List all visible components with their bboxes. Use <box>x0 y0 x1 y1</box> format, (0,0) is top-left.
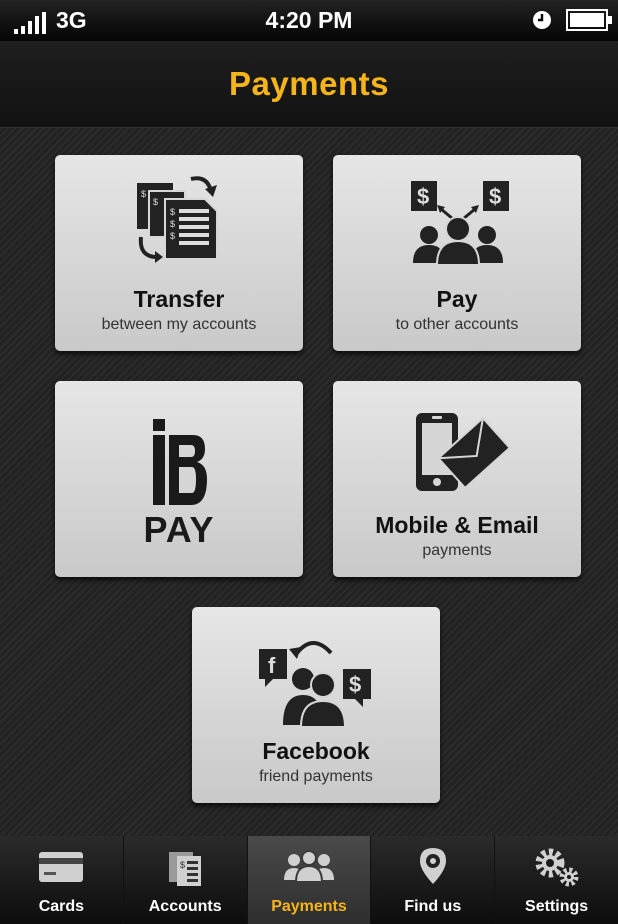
page-title: Payments <box>229 65 389 102</box>
status-right <box>532 9 612 31</box>
payments-menu: $ $ $ $ $ Transfer between my accounts $… <box>0 128 618 836</box>
pay-people-icon: $ $ <box>333 177 581 267</box>
gears-icon <box>495 846 618 888</box>
svg-text:$: $ <box>180 860 185 870</box>
tab-label: Settings <box>525 898 589 915</box>
svg-text:$: $ <box>489 184 501 209</box>
accounts-icon: $ <box>124 850 247 886</box>
facebook-tile[interactable]: f $ Facebook friend payments <box>192 607 440 803</box>
clock-icon <box>533 11 551 29</box>
tab-cards[interactable]: Cards <box>0 836 123 924</box>
tile-title: Mobile & Email <box>375 512 539 538</box>
location-pin-icon <box>371 846 494 886</box>
tab-label: Cards <box>38 898 85 915</box>
mobile-email-tile[interactable]: Mobile & Email payments <box>333 381 581 577</box>
transfer-documents-icon: $ $ $ $ $ <box>55 173 303 268</box>
svg-text:$: $ <box>349 672 361 697</box>
svg-text:$: $ <box>170 219 175 229</box>
tab-label: Payments <box>271 898 347 915</box>
tile-subtitle: between my accounts <box>101 316 257 333</box>
svg-text:$: $ <box>153 197 158 207</box>
people-icon <box>248 850 371 882</box>
battery-icon <box>566 9 612 31</box>
tile-title: Facebook <box>262 738 370 764</box>
card-icon <box>0 850 123 884</box>
tab-settings[interactable]: Settings <box>494 836 618 924</box>
svg-text:f: f <box>268 653 276 678</box>
pay-tile[interactable]: $ $ Pay to other accounts <box>333 155 581 351</box>
tile-subtitle: payments <box>422 542 492 559</box>
tab-payments[interactable]: Payments <box>246 836 371 924</box>
tab-find-us[interactable]: Find us <box>370 836 494 924</box>
tile-subtitle: friend payments <box>259 768 373 785</box>
tile-title: Pay <box>436 286 478 312</box>
status-time: 4:20 PM <box>265 7 353 33</box>
tile-subtitle: to other accounts <box>395 316 519 333</box>
facebook-friends-icon: f $ <box>192 635 440 727</box>
mobile-email-icon <box>333 411 581 493</box>
tab-label: Find us <box>404 898 462 915</box>
bpay-tile[interactable]: PAY <box>55 381 303 577</box>
tab-bar: Cards $ Accounts Payments Find us Settin… <box>0 836 618 924</box>
bpay-label: PAY <box>143 509 215 550</box>
status-bar: 3G 4:20 PM <box>0 0 618 41</box>
svg-text:$: $ <box>170 207 175 217</box>
tile-title: Transfer <box>133 286 225 312</box>
transfer-tile[interactable]: $ $ $ $ $ Transfer between my accounts <box>55 155 303 351</box>
tab-accounts[interactable]: $ Accounts <box>122 836 247 924</box>
svg-text:$: $ <box>417 184 429 209</box>
svg-text:$: $ <box>170 231 175 241</box>
nav-header: Payments <box>0 41 618 128</box>
tab-label: Accounts <box>148 898 222 915</box>
svg-text:$: $ <box>141 189 146 199</box>
bpay-logo <box>55 419 303 505</box>
